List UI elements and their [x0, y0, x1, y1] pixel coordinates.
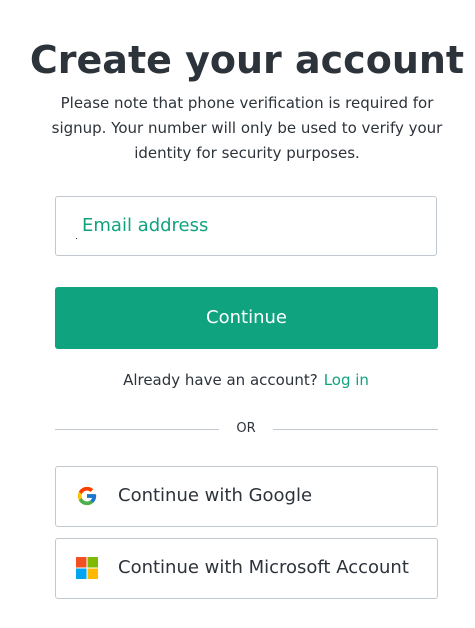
google-signin-button[interactable]: Continue with Google	[55, 466, 438, 527]
email-field[interactable]: Email address	[55, 196, 437, 256]
divider-text: OR	[236, 421, 256, 436]
text-caret	[76, 238, 77, 239]
google-icon	[77, 486, 97, 506]
microsoft-icon	[76, 557, 98, 579]
continue-button[interactable]: Continue	[55, 287, 438, 349]
signup-page: Create your account Please note that pho…	[0, 0, 475, 628]
divider-line-left	[55, 429, 219, 430]
microsoft-signin-button[interactable]: Continue with Microsoft Account	[55, 538, 438, 599]
email-field-label: Email address	[82, 215, 209, 236]
login-row: Already have an account? Log in	[0, 369, 475, 391]
divider-line-right	[273, 429, 438, 430]
google-button-label: Continue with Google	[118, 485, 313, 506]
microsoft-button-label: Continue with Microsoft Account	[118, 557, 409, 578]
login-prompt: Already have an account?	[123, 371, 318, 389]
login-link[interactable]: Log in	[324, 371, 369, 389]
page-subtitle: Please note that phone verification is r…	[51, 94, 443, 162]
page-title: Create your account	[29, 38, 465, 82]
